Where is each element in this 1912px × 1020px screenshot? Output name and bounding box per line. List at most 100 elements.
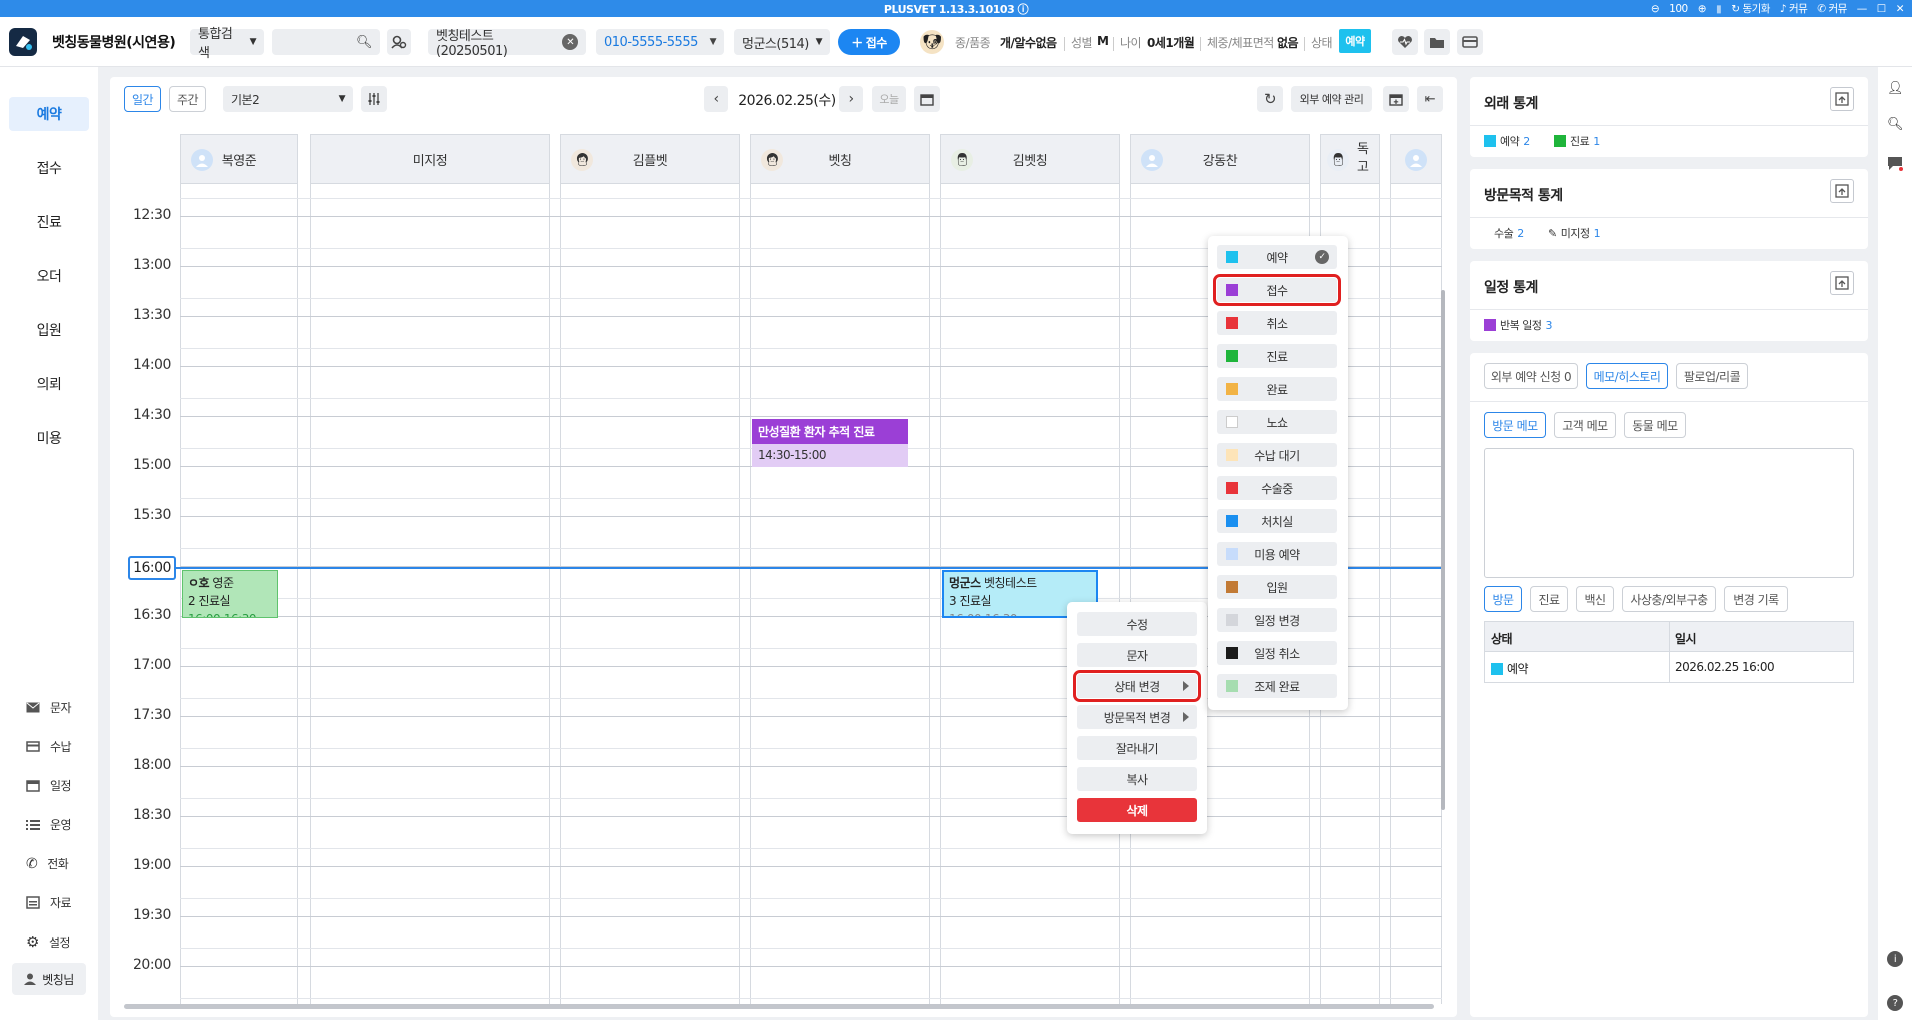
folder-button[interactable] (1424, 29, 1450, 55)
sync-button[interactable]: ↻ 동기화 (1731, 1, 1770, 16)
status-option-payment-wait[interactable]: 수납 대기 (1217, 443, 1337, 467)
tab-visit-memo[interactable]: 방문 메모 (1484, 412, 1546, 438)
tab-external-requests[interactable]: 외부 예약 신청 0 (1484, 363, 1578, 389)
memo-textarea[interactable] (1484, 448, 1854, 578)
status-option-rescheduled[interactable]: 일정 변경 (1217, 608, 1337, 632)
column-body[interactable] (560, 184, 740, 1004)
schedule-add-button[interactable] (1383, 86, 1409, 112)
view-select[interactable]: 기본2 ▼ (223, 86, 353, 112)
next-date-button[interactable]: › (839, 86, 863, 112)
horizontal-scrollbar[interactable] (124, 1004, 1434, 1009)
status-option-surgery[interactable]: 수술중 (1217, 476, 1337, 500)
info-icon[interactable]: ⓘ (1018, 3, 1029, 16)
minimize-icon[interactable]: — (1857, 3, 1868, 15)
column-body[interactable] (310, 184, 550, 1004)
event-reservation-1[interactable]: ㅇ호 영준 2 진료실 16:00-16:30 (182, 570, 278, 618)
zoom-in-icon[interactable]: ⊕ (1698, 3, 1707, 15)
chat-icon[interactable] (1887, 155, 1903, 171)
tab-history-changes[interactable]: 변경 기록 (1724, 586, 1788, 612)
status-option-dispensed[interactable]: 조제 완료 (1217, 674, 1337, 698)
user-profile[interactable]: 벳칭님 (12, 963, 86, 995)
menu-change-status[interactable]: 상태 변경 (1073, 670, 1201, 702)
zoom-out-icon[interactable]: ⊖ (1651, 3, 1660, 15)
nav-data[interactable]: 자료 (26, 894, 72, 911)
nav-payment[interactable]: 수납 (26, 738, 72, 755)
nav-operation[interactable]: 운영 (26, 816, 72, 833)
export-icon[interactable] (1830, 271, 1854, 295)
column-header-2[interactable]: 👩︎ 김플벳 (560, 134, 740, 184)
search-type-select[interactable]: 통합검색 ▼ (190, 27, 264, 61)
tab-history-visit[interactable]: 방문 (1484, 586, 1522, 612)
search-input[interactable]: 🔍︎ (272, 29, 380, 55)
info-icon[interactable]: i (1887, 951, 1903, 967)
external-reservation-button[interactable]: 외부 예약 관리 (1291, 86, 1372, 112)
search-user-button[interactable] (387, 29, 411, 55)
vertical-scrollbar[interactable] (1441, 290, 1445, 810)
column-header-3[interactable]: 👩︎ 벳칭 (750, 134, 930, 184)
export-icon[interactable] (1830, 179, 1854, 203)
status-option-treatment-room[interactable]: 처치실 (1217, 509, 1337, 533)
contact-card-icon[interactable]: 👤︎ (1887, 81, 1904, 96)
collapse-panel-button[interactable]: ⇤ (1417, 86, 1443, 112)
menu-copy[interactable]: 복사 (1077, 767, 1197, 791)
nav-order[interactable]: 오더 (9, 259, 89, 293)
nav-hospitalization[interactable]: 입원 (9, 313, 89, 347)
health-button[interactable] (1392, 29, 1418, 55)
status-option-received[interactable]: 접수 (1213, 274, 1341, 306)
current-date[interactable]: 2026.02.25(수) (733, 90, 841, 110)
table-row[interactable]: 예약 (1491, 660, 1529, 677)
export-icon[interactable] (1830, 87, 1854, 111)
prev-date-button[interactable]: ‹ (704, 86, 728, 112)
menu-edit[interactable]: 수정 (1077, 612, 1197, 636)
menu-delete[interactable]: 삭제 (1077, 798, 1197, 822)
nav-schedule[interactable]: 일정 (26, 777, 72, 794)
tab-history-parasite[interactable]: 사상충/외부구충 (1622, 586, 1716, 612)
column-header-1[interactable]: 미지정 (310, 134, 550, 184)
calendar-picker-button[interactable] (914, 86, 940, 112)
nav-reception[interactable]: 접수 (9, 151, 89, 185)
column-header-7[interactable] (1390, 134, 1442, 184)
nav-treatment[interactable]: 진료 (9, 205, 89, 239)
status-option-complete[interactable]: 완료 (1217, 377, 1337, 401)
menu-sms[interactable]: 문자 (1077, 643, 1197, 667)
status-option-treatment[interactable]: 진료 (1217, 344, 1337, 368)
column-body[interactable] (1390, 184, 1442, 1004)
status-option-reserved[interactable]: 예약 ✓ (1217, 245, 1337, 269)
tab-followup[interactable]: 팔로업/리콜 (1676, 363, 1748, 389)
nav-grooming[interactable]: 미용 (9, 421, 89, 455)
tab-history-vaccine[interactable]: 백신 (1576, 586, 1614, 612)
community-button[interactable]: ♪ 커뮤 (1780, 1, 1808, 16)
filter-button[interactable] (361, 86, 387, 112)
search-icon[interactable]: 🔍︎ (356, 35, 373, 50)
patient-select[interactable]: 멍군스(514) ▼ (734, 29, 830, 55)
status-option-hospitalized[interactable]: 입원 (1217, 575, 1337, 599)
reception-button[interactable]: ＋ 접수 (838, 29, 900, 55)
column-body[interactable] (750, 184, 930, 1004)
client-field[interactable]: 벳칭테스트(20250501) ✕ (428, 29, 586, 59)
nav-sms[interactable]: 문자 (26, 699, 72, 716)
status-option-noshow[interactable]: 노쇼 (1217, 410, 1337, 434)
user-search-icon[interactable]: 🔍︎ (1887, 117, 1904, 132)
card-button[interactable] (1457, 29, 1483, 55)
nav-settings[interactable]: ⚙ 설정 (26, 933, 71, 951)
tab-client-memo[interactable]: 고객 메모 (1554, 412, 1616, 438)
phone-select[interactable]: 010-5555-5555 ▼ (596, 29, 724, 55)
maximize-icon[interactable]: ☐ (1877, 3, 1886, 15)
column-header-0[interactable]: 복영준 (180, 134, 298, 184)
column-header-4[interactable]: 👨︎ 김벳칭 (940, 134, 1120, 184)
column-header-5[interactable]: 강동찬 (1130, 134, 1310, 184)
call-button[interactable]: ✆ 커뮤 (1817, 1, 1847, 16)
tab-memo-history[interactable]: 메모/히스토리 (1586, 363, 1668, 389)
menu-change-purpose[interactable]: 방문목적 변경 (1077, 705, 1197, 729)
status-option-schedule-cancel[interactable]: 일정 취소 (1217, 641, 1337, 665)
nav-reservation[interactable]: 예약 (9, 97, 89, 131)
tab-animal-memo[interactable]: 동물 메모 (1624, 412, 1686, 438)
week-view-button[interactable]: 주간 (169, 86, 206, 112)
nav-referral[interactable]: 의뢰 (9, 367, 89, 401)
help-icon[interactable]: ? (1887, 995, 1903, 1011)
refresh-button[interactable]: ↻ (1257, 86, 1283, 112)
close-icon[interactable]: ✕ (1896, 3, 1905, 15)
day-view-button[interactable]: 일간 (124, 86, 161, 112)
status-option-grooming[interactable]: 미용 예약 (1217, 542, 1337, 566)
nav-phone[interactable]: ✆ 전화 (26, 855, 69, 872)
